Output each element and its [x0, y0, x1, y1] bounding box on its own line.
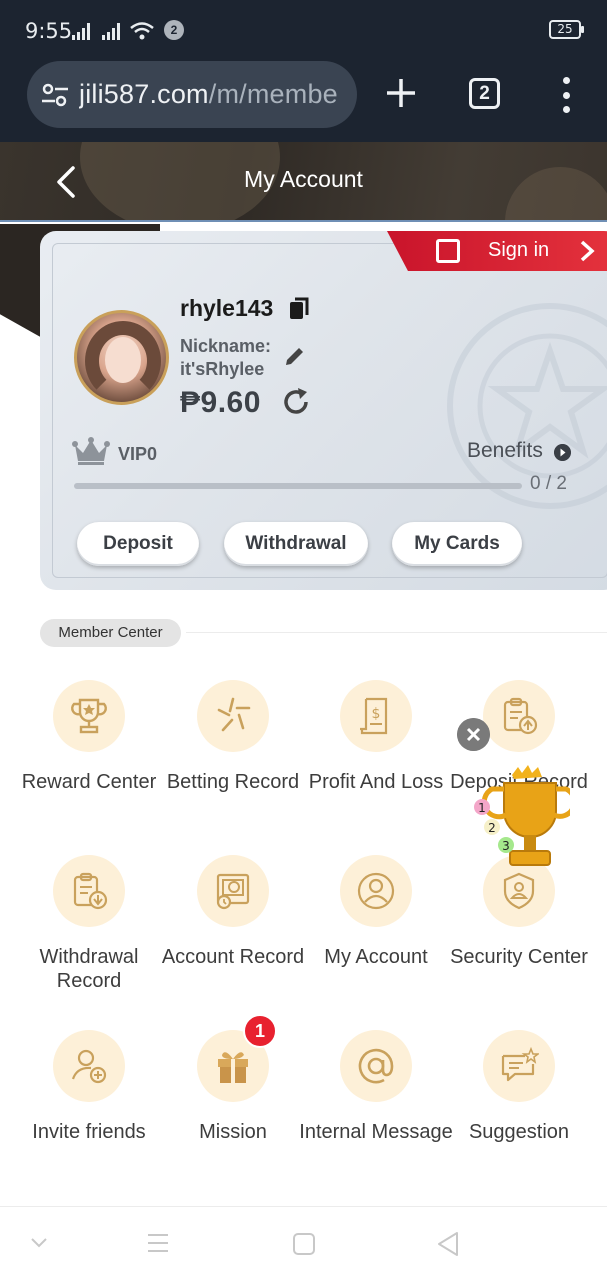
deposit-button[interactable]: Deposit	[77, 522, 199, 566]
copy-icon[interactable]	[288, 297, 310, 321]
menu-label: Security Center	[450, 946, 588, 968]
checkbox-icon	[436, 239, 460, 263]
tab-switcher-button[interactable]: 2	[469, 78, 500, 109]
sign-in-label: Sign in	[488, 239, 550, 261]
trophy-promo-icon[interactable]: 1 2 3	[470, 765, 570, 873]
url-path: /m/membe	[208, 79, 338, 109]
page-title: My Account	[244, 166, 363, 192]
rank-1-label: 1	[478, 801, 486, 815]
chevron-down-icon[interactable]	[30, 1237, 48, 1249]
chevron-right-icon	[580, 240, 595, 262]
rank-3-label: 3	[502, 839, 510, 853]
vip-progress-bar	[74, 483, 522, 489]
menu-label: Withdrawal Record	[39, 946, 139, 992]
signal-icon	[72, 22, 90, 40]
vip-level: VIP0	[118, 444, 158, 464]
betting-record-icon	[217, 697, 251, 732]
vip-progress-count: 0 / 2	[530, 473, 567, 494]
menu-label: Profit And Loss	[308, 771, 444, 793]
invite-user-icon	[71, 1049, 107, 1084]
section-divider	[186, 632, 607, 633]
url-text[interactable]: jili587.com/m/membe	[79, 79, 349, 110]
shield-user-icon	[503, 872, 535, 910]
back-nav-icon[interactable]	[436, 1231, 460, 1257]
close-promo-button[interactable]	[457, 718, 490, 751]
page-header: My Account	[0, 142, 607, 222]
avatar[interactable]	[74, 310, 169, 405]
menu-label: My Account	[324, 946, 428, 968]
site-settings-icon[interactable]	[41, 83, 69, 107]
browser-toolbar: jili587.com/m/membe 2	[0, 60, 607, 142]
crown-icon	[72, 437, 110, 465]
signal-icon-2	[102, 22, 120, 40]
deposit-record-icon	[503, 697, 538, 735]
url-host: jili587.com	[79, 79, 209, 109]
refresh-icon[interactable]	[280, 386, 312, 418]
battery-indicator: 25	[549, 20, 584, 39]
rank-2-label: 2	[488, 821, 496, 835]
browser-menu-button[interactable]	[556, 77, 576, 113]
chevron-right-circle-icon[interactable]	[554, 444, 571, 461]
user-icon	[357, 872, 395, 910]
suggestion-icon	[501, 1046, 539, 1082]
menu-label: Account Record	[161, 946, 305, 968]
profit-loss-icon: $	[360, 697, 388, 735]
status-bar: 9:55 2 25	[0, 0, 607, 60]
new-tab-button[interactable]	[383, 75, 419, 111]
at-sign-icon	[358, 1048, 394, 1084]
my-cards-button[interactable]: My Cards	[392, 522, 522, 566]
nickname-value: it'sRhylee	[180, 359, 265, 379]
status-icons: 2	[72, 20, 184, 40]
account-card: Sign in rhyle143 Nickname: it'sRhylee ₱9…	[40, 231, 607, 590]
withdrawal-button[interactable]: Withdrawal	[224, 522, 368, 566]
menu-label: Mission	[199, 1121, 267, 1143]
menu-label: Internal Message	[299, 1121, 453, 1143]
username: rhyle143	[180, 295, 274, 321]
menu-icon[interactable]	[146, 1232, 170, 1254]
system-navigation-bar	[0, 1206, 607, 1280]
wifi-icon	[130, 22, 154, 40]
benefits-link[interactable]: Benefits	[467, 439, 543, 463]
trophy-icon	[71, 698, 107, 734]
status-time: 9:55	[25, 19, 73, 43]
gift-icon	[218, 1052, 248, 1083]
svg-text:$: $	[372, 706, 381, 722]
address-bar[interactable]: jili587.com/m/membe	[27, 61, 357, 128]
nickname-label: Nickname:	[180, 336, 272, 356]
account-record-icon	[216, 873, 250, 910]
notification-count-badge: 2	[164, 20, 184, 40]
withdrawal-record-icon	[73, 872, 108, 910]
edit-pencil-icon[interactable]	[283, 344, 307, 368]
sign-in-button[interactable]: Sign in	[387, 231, 607, 271]
home-icon[interactable]	[292, 1232, 316, 1256]
menu-label: Suggestion	[468, 1121, 570, 1143]
member-center-heading: Member Center	[40, 619, 181, 647]
wallet-balance: ₱9.60	[180, 386, 261, 419]
mission-count-badge: 1	[243, 1014, 277, 1048]
